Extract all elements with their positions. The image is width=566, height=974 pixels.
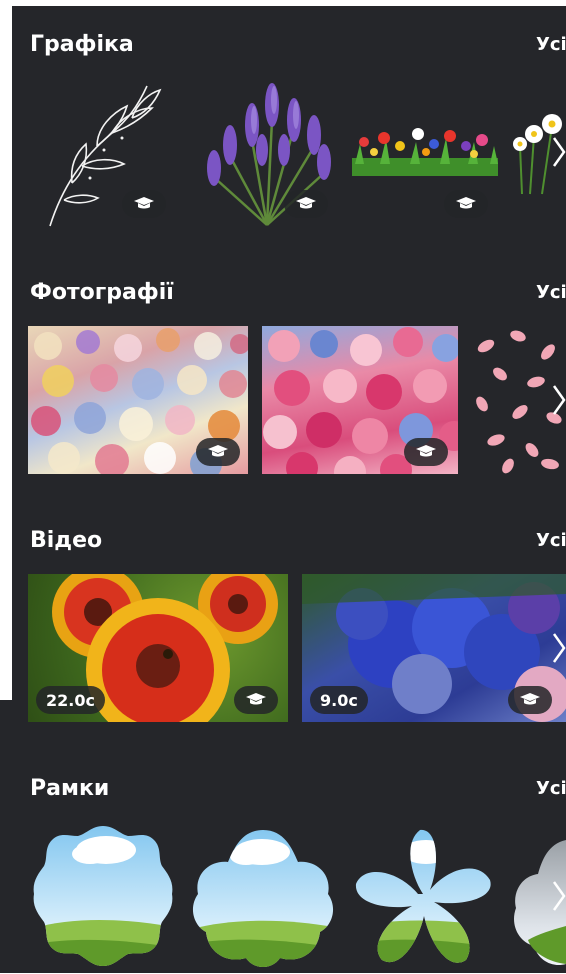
graduation-cap-icon [456,197,476,209]
premium-badge [122,190,166,218]
elements-panel: Графіка Усі Фотографії Усі Відео Усі 22.… [12,6,566,973]
video-duration: 9.0с [310,686,368,714]
graduation-cap-icon [246,693,266,705]
chevron-right-icon[interactable] [550,628,566,668]
graphic-item-flower-strip[interactable] [350,124,500,180]
frame-item-flower[interactable] [348,824,498,974]
video-duration: 22.0с [36,686,105,714]
premium-badge [284,190,328,218]
graduation-cap-icon [296,197,316,209]
graphics-section-title: Графіка [30,32,134,57]
video-item-hydrangea[interactable]: 9.0с [302,574,566,722]
frame-item-cloud[interactable] [188,822,338,972]
panel-edge [0,700,14,973]
videos-see-all-link[interactable]: Усі [536,530,566,551]
premium-badge [196,438,240,466]
graduation-cap-icon [416,445,436,457]
photo-item-roses[interactable] [262,326,458,474]
premium-badge [444,190,488,218]
photo-item-flower-field[interactable] [28,326,248,474]
photos-see-all-link[interactable]: Усі [536,282,566,303]
graduation-cap-icon [208,445,228,457]
graduation-cap-icon [520,693,540,705]
frames-section-title: Рамки [30,776,110,801]
videos-section-title: Відео [30,528,103,553]
premium-badge [404,438,448,466]
graduation-cap-icon [134,197,154,209]
chevron-right-icon[interactable] [550,876,566,916]
flower-strip-graphic [352,128,498,176]
frames-see-all-link[interactable]: Усі [536,778,566,799]
premium-badge [508,686,552,714]
video-item-gaillardia[interactable]: 22.0с [28,574,288,722]
frame-item-scalloped[interactable] [28,820,178,970]
premium-badge [234,686,278,714]
chevron-right-icon[interactable] [550,380,566,420]
chevron-right-icon[interactable] [550,132,566,172]
graphics-see-all-link[interactable]: Усі [536,34,566,55]
photos-section-title: Фотографії [30,280,174,305]
